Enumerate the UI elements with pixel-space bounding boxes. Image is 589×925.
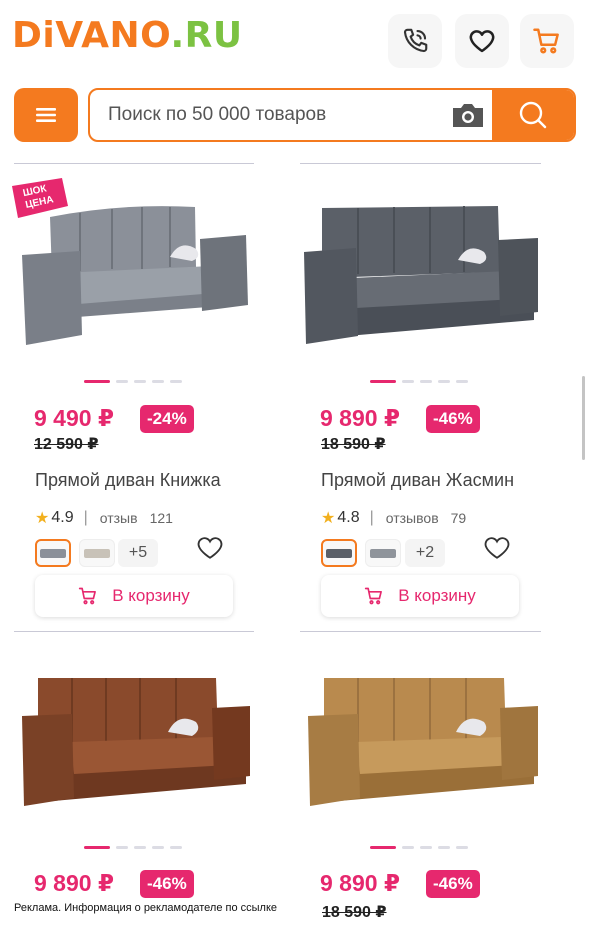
price: 9 490 ₽ [34,405,114,431]
product-image[interactable] [302,200,540,345]
pagination-dot[interactable] [84,846,110,849]
pagination-dot[interactable] [420,380,432,383]
pagination-dot[interactable] [170,846,182,849]
add-to-cart-label: В корзину [398,586,476,605]
more-colors[interactable]: +2 [405,539,445,567]
image-pagination[interactable] [370,380,468,383]
cart-icon [365,587,383,605]
pagination-dot[interactable] [402,380,414,383]
rating-row[interactable]: ★ 4.9 | отзыв 121 [35,508,173,528]
product-image[interactable] [20,672,252,807]
pagination-dot[interactable] [84,380,110,383]
discount-badge: -46% [426,405,480,433]
pagination-dot[interactable] [370,846,396,849]
heart-icon[interactable] [484,536,510,560]
pagination-dot[interactable] [370,380,396,383]
sofa-thumb-icon [370,549,396,558]
menu-button[interactable] [14,88,78,142]
call-button[interactable] [388,14,442,68]
discount-badge: -24% [140,405,194,433]
phone-icon [403,28,428,53]
color-option-thumb[interactable] [321,539,357,567]
pagination-dot[interactable] [116,380,128,383]
pagination-dot[interactable] [438,846,450,849]
cart-icon [79,587,97,605]
row-divider [300,631,541,632]
separator: | [369,509,374,526]
more-colors[interactable]: +5 [118,539,158,567]
row-divider [14,631,254,632]
hamburger-icon [36,108,56,122]
color-option-thumb[interactable] [79,539,115,567]
app-header: DiVANO.RU [0,0,589,160]
discount-badge: -46% [426,870,480,898]
ad-disclaimer[interactable]: Реклама. Информация о рекламодателе по с… [14,902,278,914]
old-price: 18 590 ₽ [321,436,386,453]
search-input[interactable] [90,90,490,140]
heart-icon[interactable] [197,536,223,560]
pagination-dot[interactable] [152,380,164,383]
price: 9 890 ₽ [320,405,400,431]
heart-icon [469,30,495,53]
image-pagination[interactable] [84,380,182,383]
pagination-dot[interactable] [134,846,146,849]
sofa-thumb-icon [84,549,110,558]
add-to-cart-button[interactable]: В корзину [35,575,233,617]
reviews-count: 79 [450,510,467,526]
cart-icon [533,28,559,54]
row-divider [300,163,541,164]
pagination-dot[interactable] [170,380,182,383]
sofa-thumb-icon [326,549,352,558]
image-pagination[interactable] [370,846,468,849]
price: 9 890 ₽ [34,870,114,896]
old-price: 12 590 ₽ [34,436,99,453]
old-price: 18 590 ₽ [322,904,387,921]
pagination-dot[interactable] [456,846,468,849]
color-option-thumb[interactable] [365,539,401,567]
search-icon [519,101,547,129]
image-pagination[interactable] [84,846,182,849]
product-title[interactable]: Прямой диван Книжка [35,470,221,491]
row-divider [14,163,254,164]
reviews-label: отзыв [99,510,138,526]
pagination-dot[interactable] [456,380,468,383]
separator: | [83,509,88,526]
search-bar [88,88,576,142]
reviews-count: 121 [149,510,173,526]
rating-row[interactable]: ★ 4.8 | отзывов 79 [321,508,466,528]
star-icon: ★ [321,510,336,527]
price: 9 890 ₽ [320,870,400,896]
pagination-dot[interactable] [438,380,450,383]
product-image[interactable] [306,672,540,807]
discount-badge: -46% [140,870,194,898]
pagination-dot[interactable] [116,846,128,849]
site-logo[interactable]: DiVANO.RU [12,14,243,58]
color-option-thumb[interactable] [35,539,71,567]
favorites-button[interactable] [455,14,509,68]
rating-value: 4.8 [337,509,360,526]
product-title[interactable]: Прямой диван Жасмин [321,470,514,491]
add-to-cart-label: В корзину [112,586,190,605]
pagination-dot[interactable] [420,846,432,849]
reviews-label: отзывов [385,510,439,526]
sofa-thumb-icon [40,549,66,558]
rating-value: 4.9 [51,509,74,526]
pagination-dot[interactable] [152,846,164,849]
add-to-cart-button[interactable]: В корзину [321,575,519,617]
pagination-dot[interactable] [402,846,414,849]
cart-header-button[interactable] [520,14,574,68]
pagination-dot[interactable] [134,380,146,383]
star-icon: ★ [35,510,50,527]
search-button[interactable] [492,90,574,140]
scrollbar[interactable] [582,376,585,460]
camera-icon[interactable] [450,101,486,129]
